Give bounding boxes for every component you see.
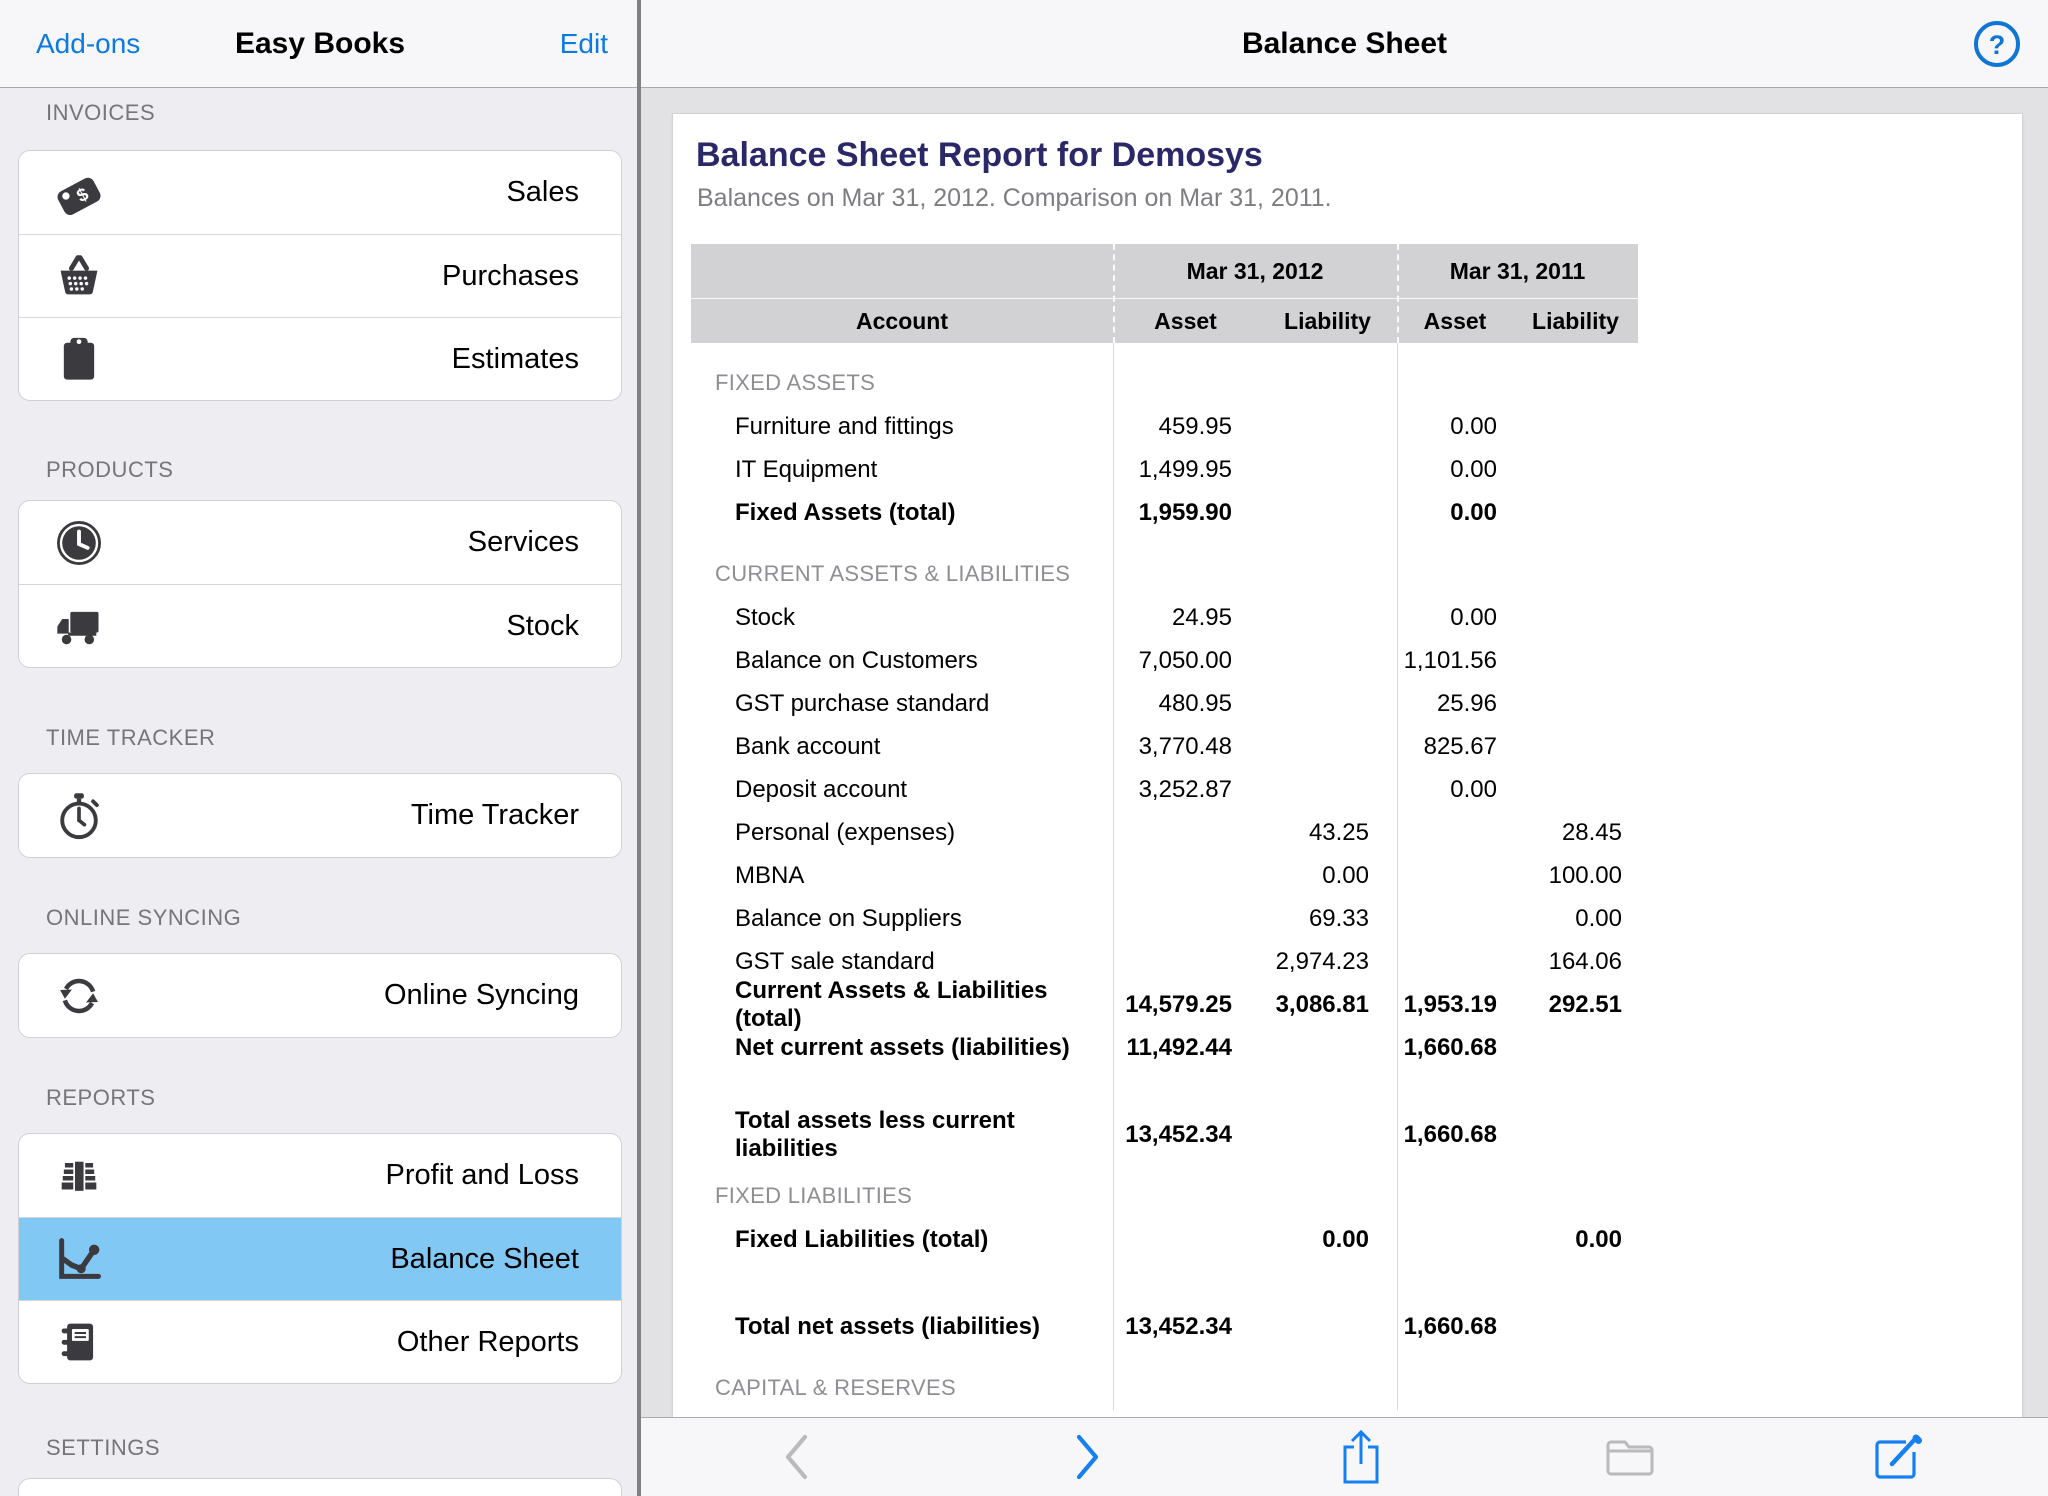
table-row: Personal (expenses)43.2528.45 <box>691 811 1638 854</box>
section-label-time-tracker: TIME TRACKER <box>46 721 215 755</box>
delivery-truck-icon <box>53 600 105 652</box>
section-label-settings: SETTINGS <box>46 1431 160 1465</box>
section-row: CAPITAL & RESERVES <box>691 1348 1638 1410</box>
section-row: CURRENT ASSETS & LIABILITIES <box>691 534 1638 596</box>
header-liability-2012: Liability <box>1258 299 1397 343</box>
help-button[interactable]: ? <box>1974 21 2020 67</box>
back-chevron-icon[interactable] <box>781 1434 811 1480</box>
clock-icon <box>53 517 105 569</box>
sidebar-item-stock[interactable]: Stock <box>19 584 621 667</box>
header-liability-2011: Liability <box>1513 299 1638 343</box>
products-card: Services Stock <box>18 500 622 668</box>
stopwatch-icon <box>53 790 105 842</box>
sidebar-divider <box>637 0 641 1496</box>
folder-icon[interactable] <box>1604 1436 1656 1478</box>
price-tag-icon: $ <box>53 167 105 219</box>
online-syncing-card: Online Syncing <box>18 953 622 1038</box>
sidebar-header: Add-ons Easy Books Edit <box>0 0 640 88</box>
header-group-separator <box>1113 244 1115 343</box>
section-label-products: PRODUCTS <box>46 453 173 487</box>
sidebar-item-services[interactable]: Services <box>19 501 621 584</box>
section-row: FIXED LIABILITIES <box>691 1156 1638 1218</box>
banknotes-icon <box>53 1150 105 1202</box>
sidebar-item-balance-sheet[interactable]: Balance Sheet <box>19 1217 621 1300</box>
table-row: Deposit account3,252.870.00 <box>691 768 1638 811</box>
header-account: Account <box>691 299 1113 343</box>
total-row: Current Assets & Liabilities (total)14,5… <box>691 983 1638 1026</box>
shopping-basket-icon <box>53 250 105 302</box>
time-tracker-card: Time Tracker <box>18 773 622 858</box>
balance-sheet-table: Mar 31, 2012 Mar 31, 2011 Account Asset … <box>691 244 1638 1410</box>
sidebar-item-label: Estimates <box>452 318 579 401</box>
table-row: Stock24.950.00 <box>691 596 1638 639</box>
sidebar-item-profit-and-loss[interactable]: Profit and Loss <box>19 1134 621 1217</box>
header-account-spacer <box>691 244 1113 298</box>
total-row: Fixed Assets (total)1,959.900.00 <box>691 491 1638 534</box>
sync-arrows-icon <box>53 970 105 1022</box>
header-asset-2011: Asset <box>1397 299 1513 343</box>
sidebar-item-purchases[interactable]: Purchases <box>19 234 621 317</box>
edit-button[interactable]: Edit <box>560 0 608 88</box>
report-card: Balance Sheet Report for Demosys Balance… <box>672 113 2023 1496</box>
sidebar-item-label: Services <box>468 501 579 584</box>
sidebar-item-label: Online Syncing <box>384 954 579 1037</box>
invoices-card: $ Sales Purchases Estimates <box>18 150 622 401</box>
sidebar-item-label: Stock <box>506 585 579 668</box>
sidebar-title: Easy Books <box>0 0 640 88</box>
section-label-reports: REPORTS <box>46 1081 155 1115</box>
table-header: Mar 31, 2012 Mar 31, 2011 Account Asset … <box>691 244 1638 343</box>
total-row: Total net assets (liabilities)13,452.341… <box>691 1305 1638 1348</box>
share-icon[interactable] <box>1338 1428 1384 1486</box>
sidebar-item-label: Balance Sheet <box>390 1218 579 1301</box>
sidebar-item-sales[interactable]: $ Sales <box>19 151 621 234</box>
total-row: Net current assets (liabilities)11,492.4… <box>691 1026 1638 1069</box>
sidebar-item-online-syncing[interactable]: Online Syncing <box>19 954 621 1037</box>
sidebar-item-label: Purchases <box>442 235 579 318</box>
sidebar-item-label: Sales <box>506 151 579 234</box>
spacer-row <box>691 1261 1638 1305</box>
total-row: Fixed Liabilities (total)0.000.00 <box>691 1218 1638 1261</box>
report-subtitle: Balances on Mar 31, 2012. Comparison on … <box>697 184 1332 213</box>
header-year-2011: Mar 31, 2011 <box>1397 244 1638 298</box>
forward-chevron-icon[interactable] <box>1073 1434 1103 1480</box>
sidebar-item-label: Other Reports <box>397 1301 579 1384</box>
sidebar-item-other-reports[interactable]: Other Reports <box>19 1300 621 1383</box>
line-chart-icon <box>53 1233 105 1285</box>
sidebar-item-estimates[interactable]: Estimates <box>19 317 621 400</box>
app-screen: Add-ons Easy Books Edit INVOICES $ Sales… <box>0 0 2048 1496</box>
compose-icon[interactable] <box>1870 1430 1924 1484</box>
table-body: FIXED ASSETS Furniture and fittings459.9… <box>691 343 1638 1410</box>
total-row: Total assets less current liabilities13,… <box>691 1113 1638 1156</box>
table-row: MBNA0.00100.00 <box>691 854 1638 897</box>
report-title: Balance Sheet Report for Demosys <box>696 136 1263 175</box>
sidebar-item-time-tracker[interactable]: Time Tracker <box>19 774 621 857</box>
header-year-2012: Mar 31, 2012 <box>1113 244 1397 298</box>
table-row: IT Equipment1,499.950.00 <box>691 448 1638 491</box>
reports-card: Profit and Loss Balance Sheet Other Repo… <box>18 1133 622 1384</box>
sidebar-item-label: Profit and Loss <box>386 1134 579 1217</box>
page-title: Balance Sheet <box>641 0 2048 88</box>
table-row: Bank account3,770.48825.67 <box>691 725 1638 768</box>
section-label-invoices: INVOICES <box>46 96 155 130</box>
sidebar-item-label: Time Tracker <box>411 774 579 857</box>
main-header: Balance Sheet ? <box>641 0 2048 88</box>
header-group-separator <box>1397 244 1399 343</box>
table-row: Balance on Customers7,050.001,101.56 <box>691 639 1638 682</box>
table-row: GST purchase standard480.9525.96 <box>691 682 1638 725</box>
section-label-online-syncing: ONLINE SYNCING <box>46 901 241 935</box>
bottom-toolbar <box>641 1417 2048 1496</box>
notebook-icon <box>53 1316 105 1368</box>
main-panel: Balance Sheet ? Balance Sheet Report for… <box>641 0 2048 1496</box>
table-row: Balance on Suppliers69.330.00 <box>691 897 1638 940</box>
settings-card[interactable] <box>18 1478 622 1496</box>
table-row: Furniture and fittings459.950.00 <box>691 405 1638 448</box>
clipboard-icon <box>53 333 105 385</box>
sidebar: Add-ons Easy Books Edit INVOICES $ Sales… <box>0 0 640 1496</box>
header-asset-2012: Asset <box>1113 299 1258 343</box>
section-row: FIXED ASSETS <box>691 343 1638 405</box>
